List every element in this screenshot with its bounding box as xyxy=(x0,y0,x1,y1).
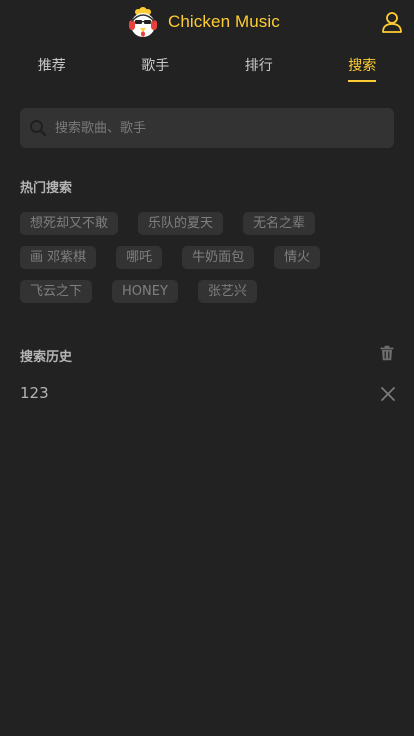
hot-search-item[interactable]: 情火 xyxy=(274,246,321,269)
hot-search-item[interactable]: 牛奶面包 xyxy=(182,246,255,269)
trash-icon[interactable] xyxy=(379,345,395,361)
brand: Chicken Music xyxy=(127,5,280,39)
app-title: Chicken Music xyxy=(168,12,280,31)
tab-singer[interactable]: 歌手 xyxy=(104,56,208,82)
hot-search-item[interactable]: HONEY xyxy=(112,280,178,303)
hot-search-item[interactable]: 乐队的夏天 xyxy=(138,212,224,235)
app-root: Chicken Music 推荐 歌手 排行 搜索 热门搜索 想死却又不敢 乐队… xyxy=(0,0,414,736)
hot-search-item[interactable]: 张艺兴 xyxy=(197,280,257,303)
tab-rank[interactable]: 排行 xyxy=(207,56,311,82)
search-history-text: 123 xyxy=(20,384,49,402)
search-history-title: 搜索历史 xyxy=(20,350,73,365)
hot-search-item[interactable]: 飞云之下 xyxy=(20,280,93,303)
search-box xyxy=(20,108,394,148)
search-history-item[interactable]: 123 xyxy=(0,380,414,408)
hot-search-item[interactable]: 想死却又不敢 xyxy=(20,212,119,235)
search-input[interactable] xyxy=(55,109,384,147)
search-icon xyxy=(30,120,47,137)
tab-label: 搜索 xyxy=(348,56,377,82)
tab-label: 排行 xyxy=(244,58,273,74)
tab-label: 推荐 xyxy=(37,58,66,74)
app-header: Chicken Music xyxy=(0,0,414,44)
chicken-logo-icon xyxy=(129,7,157,37)
close-icon[interactable] xyxy=(381,387,395,401)
tab-bar: 推荐 歌手 排行 搜索 xyxy=(0,56,414,82)
hot-search-title: 热门搜索 xyxy=(20,181,73,196)
tab-label: 歌手 xyxy=(141,58,170,74)
hot-search-item[interactable]: 画 邓紫棋 xyxy=(20,246,97,269)
user-icon[interactable] xyxy=(380,10,404,34)
hot-search-item[interactable]: 哪吒 xyxy=(116,246,163,269)
tab-recommend[interactable]: 推荐 xyxy=(0,56,104,82)
tab-search[interactable]: 搜索 xyxy=(311,56,414,82)
hot-search-list: 想死却又不敢 乐队的夏天 无名之辈 画 邓紫棋 哪吒 牛奶面包 情火 飞云之下 … xyxy=(20,212,400,314)
hot-search-item[interactable]: 无名之辈 xyxy=(243,212,316,235)
